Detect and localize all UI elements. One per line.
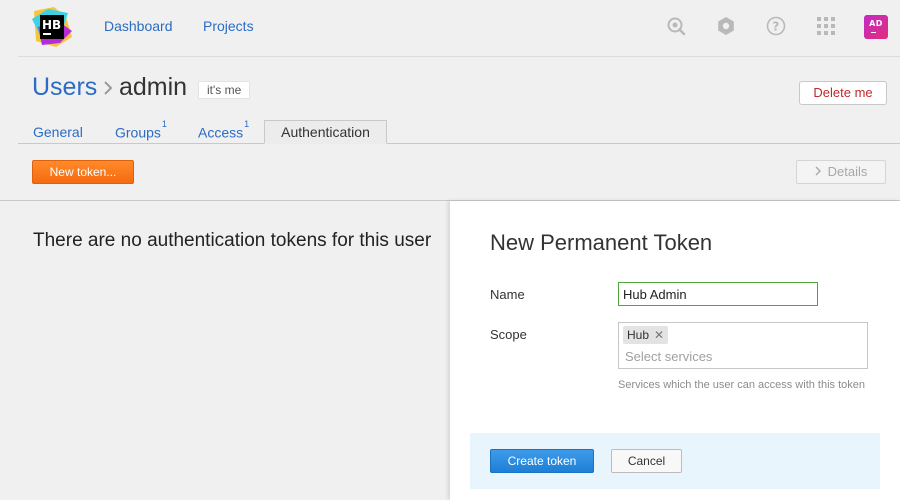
tab-authentication[interactable]: Authentication bbox=[264, 120, 387, 144]
chevron-right-icon bbox=[815, 161, 822, 183]
nav-projects-link[interactable]: Projects bbox=[203, 18, 254, 34]
divider bbox=[18, 56, 900, 57]
svg-text:?: ? bbox=[772, 20, 779, 34]
breadcrumb-users-link[interactable]: Users bbox=[32, 73, 97, 102]
hub-logo[interactable]: HB bbox=[32, 7, 72, 47]
top-navigation-bar: HB Dashboard Projects ? AD bbox=[0, 0, 900, 56]
help-icon[interactable]: ? bbox=[765, 15, 787, 37]
its-me-badge: it's me bbox=[198, 81, 251, 99]
tab-groups-count: 1 bbox=[161, 119, 167, 129]
logo-text: HB bbox=[42, 18, 61, 32]
cancel-button[interactable]: Cancel bbox=[611, 449, 682, 473]
tab-groups[interactable]: Groups1 bbox=[115, 119, 167, 141]
scope-chip-label: Hub bbox=[627, 328, 650, 342]
scope-select[interactable]: Hub ✕ Select services bbox=[618, 322, 868, 369]
tab-groups-label: Groups bbox=[115, 124, 161, 141]
scope-search-input[interactable]: Select services bbox=[625, 349, 712, 364]
scope-hint: Services which the user can access with … bbox=[618, 379, 866, 391]
search-icon[interactable] bbox=[665, 15, 687, 37]
remove-chip-icon[interactable]: ✕ bbox=[654, 328, 664, 342]
scope-chip: Hub ✕ bbox=[623, 326, 669, 344]
new-token-button[interactable]: New token... bbox=[32, 160, 134, 184]
new-token-panel: New Permanent Token Name Scope Hub ✕ Sele… bbox=[450, 201, 900, 500]
tab-general-label: General bbox=[33, 124, 83, 140]
tab-access-count: 1 bbox=[244, 119, 250, 129]
scope-label: Scope bbox=[490, 327, 527, 342]
tab-access-label: Access bbox=[198, 124, 244, 141]
name-label: Name bbox=[490, 287, 525, 302]
details-label: Details bbox=[827, 164, 868, 179]
tab-access[interactable]: Access1 bbox=[198, 119, 249, 141]
panel-footer: Create token Cancel bbox=[470, 433, 880, 489]
chevron-right-icon bbox=[102, 80, 114, 96]
tab-authentication-label: Authentication bbox=[281, 124, 370, 140]
nav-dashboard-link[interactable]: Dashboard bbox=[104, 18, 173, 34]
token-name-input[interactable] bbox=[618, 282, 818, 306]
user-avatar[interactable]: AD bbox=[864, 15, 888, 39]
apps-grid-icon[interactable] bbox=[815, 15, 837, 37]
create-token-button[interactable]: Create token bbox=[490, 449, 594, 473]
page-title: admin bbox=[119, 73, 188, 101]
tabs-divider bbox=[18, 143, 900, 144]
empty-state-message: There are no authentication tokens for t… bbox=[33, 230, 432, 251]
details-button[interactable]: Details bbox=[796, 160, 886, 184]
delete-me-button[interactable]: Delete me bbox=[799, 81, 887, 105]
tab-general[interactable]: General bbox=[33, 124, 83, 140]
gear-icon[interactable] bbox=[715, 15, 737, 37]
panel-title: New Permanent Token bbox=[490, 230, 713, 255]
